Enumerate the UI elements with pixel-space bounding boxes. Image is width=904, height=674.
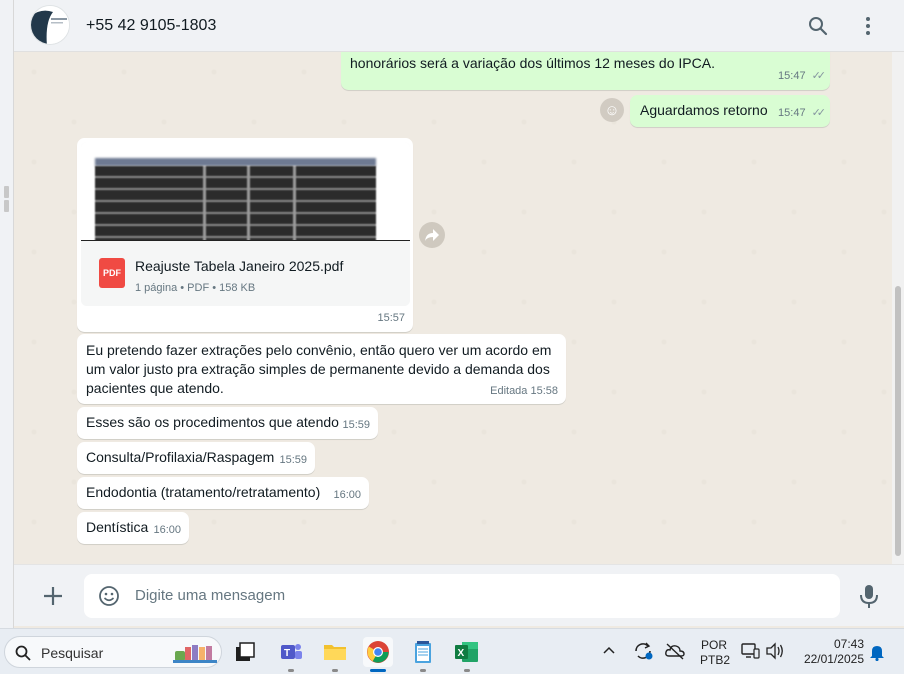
edge-marker (4, 200, 9, 212)
language-code: POR (700, 638, 727, 652)
clock-date: 22/01/2025 (803, 652, 864, 666)
incoming-message[interactable]: Dentística 16:00 (77, 512, 189, 544)
avatar[interactable] (30, 5, 70, 45)
double-check-icon: ✓✓ (811, 107, 827, 119)
outgoing-message[interactable]: Aguardamos retorno 15:47 ✓✓ (630, 95, 830, 127)
message-time: 15:47 ✓✓ (778, 104, 827, 123)
onedrive-offline-icon[interactable] (664, 641, 686, 664)
running-indicator (288, 669, 294, 672)
pdf-card[interactable]: PDF Reajuste Tabela Janeiro 2025.pdf 1 p… (81, 142, 410, 306)
pdf-meta: 1 página • PDF • 158 KB (135, 282, 256, 294)
keyboard-layout: PTB2 (700, 653, 731, 667)
notification-bell-icon[interactable] (869, 643, 885, 664)
pdf-info[interactable]: PDF Reajuste Tabela Janeiro 2025.pdf 1 p… (81, 242, 410, 306)
message-input[interactable]: Digite uma mensagem (84, 574, 840, 618)
search-icon (15, 645, 31, 661)
pdf-preview-table (95, 166, 376, 240)
message-text: Endodontia (tratamento/retratamento) (86, 484, 321, 500)
incoming-message[interactable]: Endodontia (tratamento/retratamento) 16:… (77, 477, 369, 509)
clock-time: 07:43 (833, 637, 864, 651)
avatar-logo-icon (31, 6, 69, 44)
forward-icon[interactable] (419, 222, 445, 248)
file-explorer-icon[interactable] (320, 637, 350, 672)
search-icon[interactable] (806, 14, 830, 38)
incoming-message[interactable]: Consulta/Profilaxia/Raspagem 15:59 (77, 442, 315, 474)
message-input-placeholder[interactable]: Digite uma mensagem (135, 587, 285, 604)
svg-text:T: T (284, 648, 290, 659)
sync-icon[interactable] (632, 641, 654, 664)
incoming-document-message[interactable]: PDF Reajuste Tabela Janeiro 2025.pdf 1 p… (77, 138, 413, 332)
running-indicator (370, 669, 386, 672)
microphone-icon[interactable] (858, 583, 880, 609)
pdf-preview[interactable] (81, 142, 410, 241)
pdf-file-icon: PDF (99, 258, 125, 288)
message-text: Aguardamos retorno (640, 102, 768, 118)
double-check-icon: ✓✓ (811, 70, 827, 82)
incoming-message[interactable]: Eu pretendo fazer extrações pelo convêni… (77, 334, 566, 404)
teams-icon[interactable]: T (276, 637, 306, 672)
volume-icon[interactable] (765, 642, 785, 663)
edge-marker (4, 186, 9, 198)
svg-text:X: X (458, 648, 465, 659)
chat-area: honorários será a variação dos últimos 1… (14, 52, 892, 564)
message-text: Consulta/Profilaxia/Raspagem (86, 449, 275, 465)
attach-plus-icon[interactable] (40, 583, 66, 609)
message-text: honorários será a variação dos últimos 1… (350, 55, 715, 71)
excel-icon[interactable]: X (452, 637, 482, 672)
pdf-filename: Reajuste Tabela Janeiro 2025.pdf (135, 258, 344, 274)
message-time: 15:59 (342, 419, 370, 431)
emoji-reaction-icon[interactable]: ☺ (600, 98, 624, 122)
message-time: 15:47 ✓✓ (778, 67, 827, 86)
message-composer: Digite uma mensagem (14, 564, 904, 626)
taskbar-search-label: Pesquisar (41, 645, 104, 661)
message-text: Eu pretendo fazer extrações pelo convêni… (86, 342, 552, 396)
running-indicator (332, 669, 338, 672)
message-text: Esses são os procedimentos que atendo (86, 414, 339, 430)
show-hidden-icons-chevron-icon[interactable] (602, 644, 616, 658)
pdf-preview-title-blur (95, 158, 376, 166)
task-view-icon[interactable] (230, 637, 260, 667)
contact-name[interactable]: +55 42 9105-1803 (86, 17, 216, 35)
windows-taskbar: Pesquisar T X POR PTB2 07:43 22/01/2025 (0, 628, 904, 674)
network-icon[interactable] (740, 642, 760, 663)
running-indicator (464, 669, 470, 672)
scrollbar-thumb[interactable] (895, 286, 901, 556)
message-time: 16:00 (333, 489, 361, 501)
search-highlight-books-icon (173, 645, 217, 663)
message-text: Dentística (86, 519, 149, 535)
notepad-icon[interactable] (408, 637, 438, 672)
emoji-picker-icon[interactable] (98, 585, 120, 607)
running-indicator (420, 669, 426, 672)
outgoing-message[interactable]: honorários será a variação dos últimos 1… (341, 52, 830, 90)
message-time: 15:59 (279, 454, 307, 466)
chrome-icon[interactable] (363, 637, 393, 672)
chat-header: +55 42 9105-1803 (14, 0, 904, 52)
message-time: Editada 15:58 (490, 385, 558, 397)
message-time: 16:00 (153, 524, 181, 536)
message-time: 15:57 (377, 312, 405, 324)
incoming-message[interactable]: Esses são os procedimentos que atendo 15… (77, 407, 378, 439)
kebab-menu-icon[interactable] (856, 14, 880, 38)
system-clock[interactable]: 07:43 22/01/2025 (798, 637, 864, 667)
language-indicator[interactable]: POR PTB2 (700, 638, 731, 668)
chat-scrollbar[interactable] (892, 52, 904, 564)
left-window-edge (0, 0, 14, 628)
taskbar-search[interactable]: Pesquisar (4, 636, 222, 668)
